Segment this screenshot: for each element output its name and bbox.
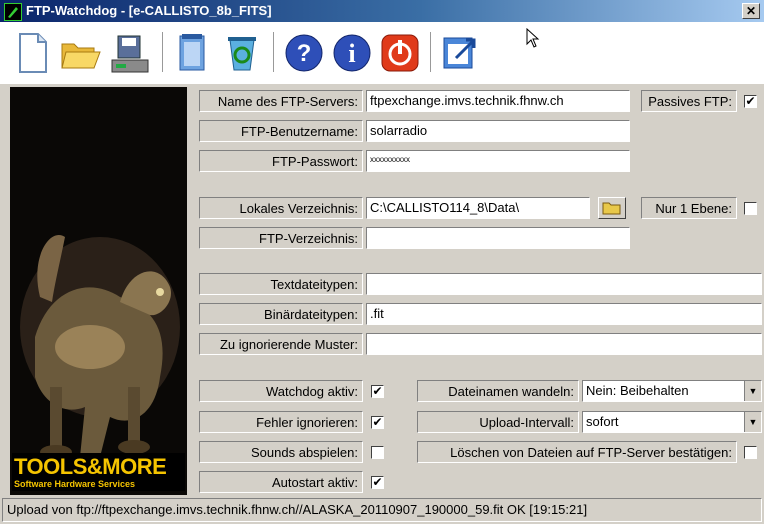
browse-folder-button[interactable] (598, 197, 626, 219)
ignore-patterns-input[interactable] (366, 333, 762, 355)
close-button[interactable]: ✕ (742, 3, 760, 19)
logo-title: TOOLS&MORE (14, 454, 167, 479)
text-types-input[interactable] (366, 273, 762, 295)
passive-ftp-checkbox[interactable]: ✔ (744, 95, 757, 108)
toolbar-separator (162, 32, 166, 72)
tools-more-logo: TOOLS&MORE Software Hardware Services (12, 453, 185, 491)
help-icon[interactable]: ? (282, 30, 326, 76)
one-level-checkbox[interactable] (744, 202, 757, 215)
save-disk-icon[interactable] (108, 30, 152, 76)
rename-files-label: Dateinamen wandeln: (417, 380, 579, 402)
new-file-icon[interactable] (10, 30, 54, 76)
password-input[interactable]: xxxxxxxxxx (366, 150, 630, 172)
play-sounds-label: Sounds abspielen: (199, 441, 363, 463)
confirm-delete-label: Löschen von Dateien auf FTP-Server bestä… (417, 441, 737, 463)
chevron-down-icon[interactable]: ▼ (744, 412, 761, 432)
text-types-label: Textdateitypen: (199, 273, 363, 295)
binary-types-input[interactable]: .fit (366, 303, 762, 325)
ftp-dir-input[interactable] (366, 227, 630, 249)
rename-files-select[interactable]: Nein: Beibehalten ▼ (582, 380, 762, 402)
server-input[interactable]: ftpexchange.imvs.technik.fhnw.ch (366, 90, 630, 112)
play-sounds-checkbox[interactable] (371, 446, 384, 459)
one-level-label: Nur 1 Ebene: (641, 197, 737, 219)
binary-types-label: Binärdateitypen: (199, 303, 363, 325)
chevron-down-icon[interactable]: ▼ (744, 381, 761, 401)
power-icon[interactable] (378, 30, 422, 76)
open-folder-icon[interactable] (58, 30, 102, 76)
svg-text:i: i (348, 39, 355, 68)
local-dir-input[interactable]: C:\CALLISTO114_8\Data\ (366, 197, 590, 219)
watchdog-active-checkbox[interactable]: ✔ (371, 385, 384, 398)
status-bar: Upload von ftp://ftpexchange.imvs.techni… (2, 498, 762, 522)
toolbar-separator (430, 32, 434, 72)
folder-icon (602, 202, 621, 215)
upload-interval-value: sofort (586, 414, 619, 429)
confirm-delete-checkbox[interactable] (744, 446, 757, 459)
rename-files-value: Nein: Beibehalten (586, 383, 689, 398)
passive-ftp-label: Passives FTP: (641, 90, 737, 112)
autostart-checkbox[interactable]: ✔ (371, 476, 384, 489)
watchdog-active-label: Watchdog aktiv: (199, 380, 363, 402)
username-input[interactable]: solarradio (366, 120, 630, 142)
export-icon[interactable] (438, 30, 482, 76)
ftp-dir-label: FTP-Verzeichnis: (199, 227, 363, 249)
password-label: FTP-Passwort: (199, 150, 363, 172)
ignore-patterns-label: Zu ignorierende Muster: (199, 333, 363, 355)
toolbar: ? i (0, 22, 764, 84)
toolbar-separator (273, 32, 277, 72)
autostart-label: Autostart aktiv: (199, 471, 363, 493)
robot-dog-image (10, 87, 187, 495)
local-dir-label: Lokales Verzeichnis: (199, 197, 363, 219)
app-icon (4, 3, 22, 21)
upload-interval-label: Upload-Intervall: (417, 411, 579, 433)
server-label: Name des FTP-Servers: (199, 90, 363, 112)
notepad-icon[interactable] (170, 30, 214, 76)
ignore-errors-label: Fehler ignorieren: (199, 411, 363, 433)
info-icon[interactable]: i (330, 30, 374, 76)
mouse-cursor-icon (526, 28, 540, 48)
username-label: FTP-Benutzername: (199, 120, 363, 142)
logo-subtitle: Software Hardware Services (14, 479, 136, 489)
recycle-icon[interactable] (220, 30, 264, 76)
ignore-errors-checkbox[interactable]: ✔ (371, 416, 384, 429)
svg-text:?: ? (297, 40, 312, 67)
upload-interval-select[interactable]: sofort ▼ (582, 411, 762, 433)
window-title: FTP-Watchdog - [e-CALLISTO_8b_FITS] (26, 3, 272, 18)
title-bar[interactable]: FTP-Watchdog - [e-CALLISTO_8b_FITS] ✕ (0, 0, 764, 22)
